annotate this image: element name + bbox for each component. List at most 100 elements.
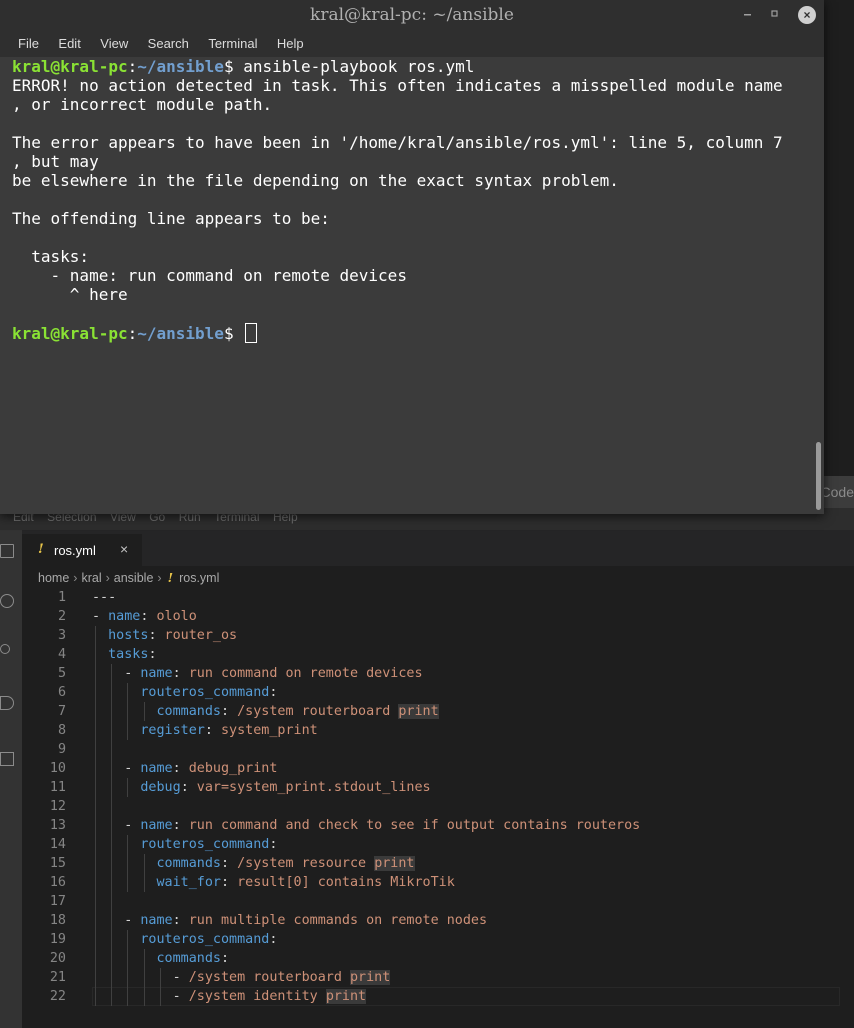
terminal-menu-terminal[interactable]: Terminal	[208, 31, 257, 57]
code-line: 9	[22, 740, 854, 759]
code-line: 1 ---	[22, 588, 854, 607]
terminal-title: kral@kral-pc: ~/ansible	[310, 5, 514, 25]
line-number: 7	[57, 704, 66, 719]
code-line: 14 routeros_command:	[22, 835, 854, 854]
chevron-right-icon: ›	[105, 571, 110, 585]
yaml-file-icon: !	[167, 570, 174, 585]
prompt-colon: :	[127, 324, 138, 343]
terminal-window: kral@kral-pc: ~/ansible × File Edit View…	[0, 0, 824, 514]
breadcrumb-file[interactable]: ros.yml	[179, 571, 219, 585]
code-text: routeros_command:	[140, 685, 278, 700]
line-number: 14	[49, 837, 66, 852]
terminal-menu-file[interactable]: File	[18, 31, 39, 57]
indent-guide	[111, 892, 113, 911]
code-text: - /system routerboard print	[172, 970, 391, 985]
code-line: 4 tasks:	[22, 645, 854, 664]
terminal-output-line: be elsewhere in the file depending on th…	[12, 171, 619, 190]
line-number: 13	[49, 818, 66, 833]
code-text: commands: /system resource print	[156, 856, 415, 871]
line-number: 16	[49, 875, 66, 890]
code-line: 22 - /system identity print	[22, 987, 854, 1006]
terminal-output-line: - name: run command on remote devices	[12, 266, 407, 285]
code-line: 13 - name: run command and check to see …	[22, 816, 854, 835]
breadcrumb: home › kral › ansible ›! ros.yml	[38, 570, 219, 590]
breadcrumb-ansible[interactable]: ansible	[114, 571, 154, 585]
code-text: debug: var=system_print.stdout_lines	[140, 780, 431, 795]
command-text: ansible-playbook ros.yml	[243, 57, 475, 76]
tab-label: ros.yml	[54, 543, 96, 558]
line-number: 8	[57, 723, 66, 738]
chevron-right-icon: ›	[73, 571, 78, 585]
maximize-icon[interactable]	[771, 10, 779, 18]
source-control-icon[interactable]	[0, 644, 10, 654]
code-text: tasks:	[108, 647, 157, 662]
close-icon[interactable]: ×	[798, 6, 816, 24]
prompt-path: ~/ansible	[137, 324, 224, 343]
code-editor[interactable]: 1 --- 2- name: ololo 3 hosts: router_os 4 ta…	[22, 588, 854, 1028]
terminal-scrollbar[interactable]	[816, 442, 821, 510]
line-number: 2	[57, 609, 66, 624]
line-number: 15	[49, 856, 66, 871]
run-debug-icon[interactable]	[0, 696, 14, 710]
explorer-icon[interactable]	[0, 544, 14, 558]
code-line: 3 hosts: router_os	[22, 626, 854, 645]
prompt-user: kral@kral-pc	[12, 324, 128, 343]
indent-guide	[95, 740, 96, 759]
code-text: commands: /system routerboard print	[156, 704, 439, 719]
code-line: 10 - name: debug_print	[22, 759, 854, 778]
minimize-icon[interactable]	[744, 12, 752, 16]
prompt-dollar: $	[223, 57, 244, 76]
line-number: 5	[57, 666, 66, 681]
search-icon[interactable]	[0, 594, 14, 608]
breadcrumb-kral[interactable]: kral	[81, 571, 101, 585]
terminal-menu-edit[interactable]: Edit	[58, 31, 80, 57]
terminal-menubar: File Edit View Search Terminal Help	[0, 31, 824, 57]
terminal-titlebar[interactable]: kral@kral-pc: ~/ansible ×	[0, 0, 824, 31]
code-line: 5 - name: run command on remote devices	[22, 664, 854, 683]
code-text: - name: ololo	[92, 609, 197, 624]
code-line: 2 - name: ololo	[22, 607, 854, 626]
line-number: 6	[57, 685, 66, 700]
code-text: routeros_command:	[140, 932, 278, 947]
code-text: - /system identity print	[172, 989, 367, 1004]
indent-guide	[111, 797, 113, 816]
terminal-menu-help[interactable]: Help	[277, 31, 304, 57]
terminal-output-line: The offending line appears to be:	[12, 209, 330, 228]
extensions-icon[interactable]	[0, 752, 14, 766]
terminal-output-line: The error appears to have been in '/home…	[12, 133, 783, 152]
code-text: - name: run command and check to see if …	[124, 818, 641, 833]
code-line: 19 routeros_command:	[22, 930, 854, 949]
code-text: - name: run command on remote devices	[124, 666, 423, 681]
indent-guide	[111, 740, 113, 759]
code-text: - name: run multiple commands on remote …	[124, 913, 488, 928]
breadcrumb-home[interactable]: home	[38, 571, 69, 585]
editor-tabs: ! ros.yml ×	[22, 530, 854, 566]
line-number: 21	[49, 970, 66, 985]
command-line: kral@kral-pc:~/ansible$ ansible-playbook…	[12, 57, 474, 76]
prompt-user: kral@kral-pc	[12, 57, 128, 76]
text-cursor	[245, 323, 258, 343]
terminal-menu-search[interactable]: Search	[148, 31, 189, 57]
tab-ros-yml[interactable]: ! ros.yml ×	[22, 534, 142, 566]
line-number: 12	[49, 799, 66, 814]
code-line: 7 commands: /system routerboard print	[22, 702, 854, 721]
tab-close-icon[interactable]: ×	[120, 541, 128, 557]
terminal-output-line: ^ here	[12, 285, 128, 304]
code-text: wait_for: result[0] contains MikroTik	[156, 875, 455, 890]
current-prompt: kral@kral-pc:~/ansible$	[12, 323, 258, 343]
line-number: 9	[57, 742, 66, 757]
code-line: 18 - name: run multiple commands on remo…	[22, 911, 854, 930]
yaml-file-icon: !	[38, 542, 44, 557]
terminal-menu-view[interactable]: View	[100, 31, 128, 57]
line-number: 17	[49, 894, 66, 909]
code-line: 12	[22, 797, 854, 816]
code-line: 16 wait_for: result[0] contains MikroTik	[22, 873, 854, 892]
line-number: 18	[49, 913, 66, 928]
line-number: 3	[57, 628, 66, 643]
code-line: 20 commands:	[22, 949, 854, 968]
code-text: hosts: router_os	[108, 628, 238, 643]
terminal-output[interactable]: kral@kral-pc:~/ansible$ ansible-playbook…	[0, 57, 824, 514]
code-text: commands:	[156, 951, 230, 966]
code-text: routeros_command:	[140, 837, 278, 852]
line-number: 4	[57, 647, 66, 662]
